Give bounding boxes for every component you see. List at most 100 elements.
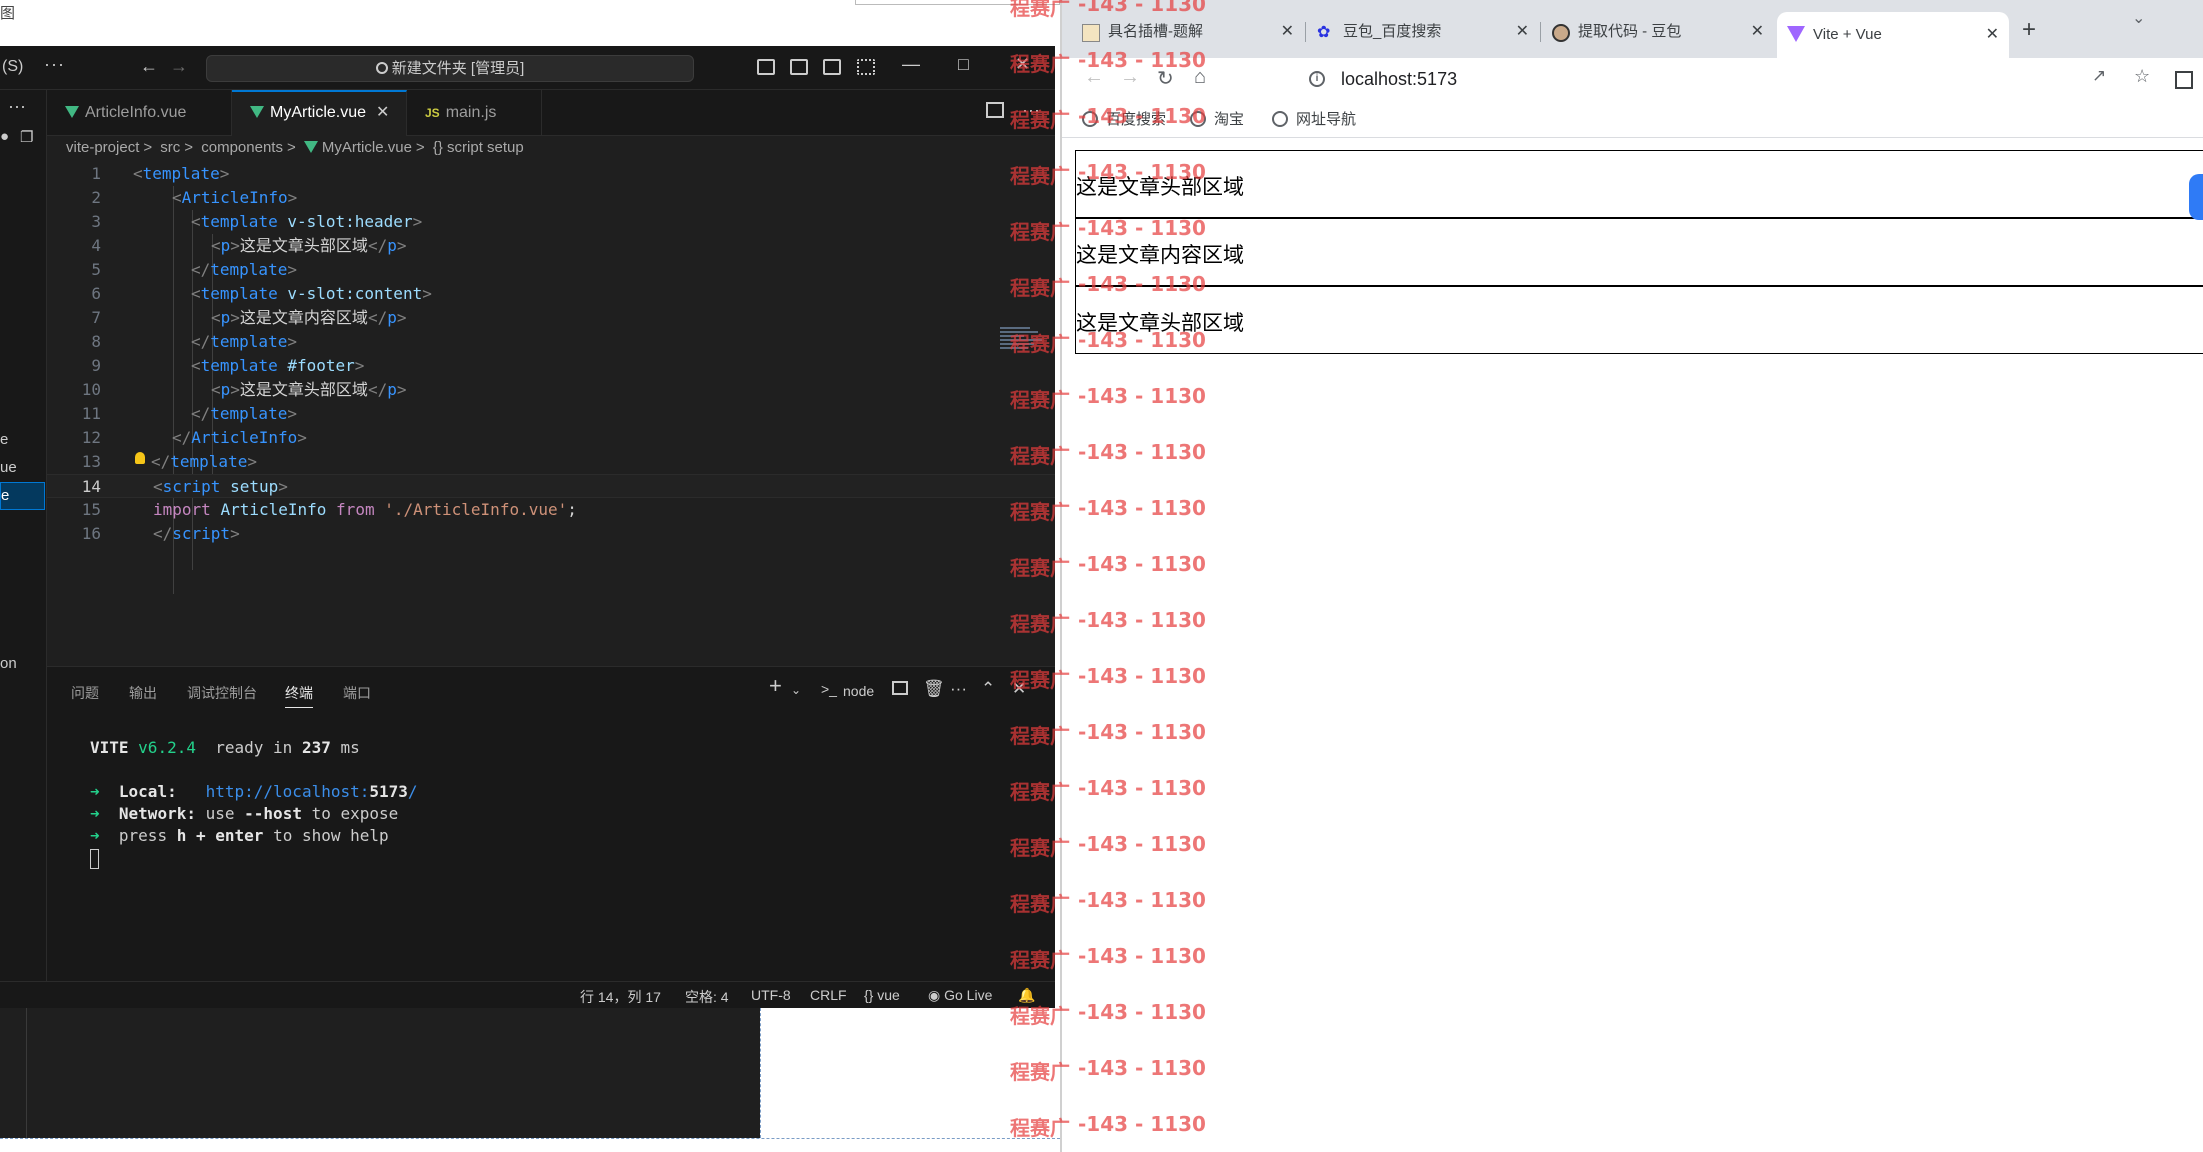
add-terminal-icon[interactable]: + bbox=[769, 673, 782, 699]
code-token: setup bbox=[230, 477, 279, 496]
status-eol[interactable]: CRLF bbox=[810, 987, 847, 1003]
tab-myarticle[interactable]: MyArticle.vue ✕ bbox=[232, 90, 407, 136]
lightbulb-icon[interactable] bbox=[135, 452, 145, 464]
close-icon[interactable]: ✕ bbox=[1281, 12, 1294, 52]
broadcast-icon: ◉ bbox=[928, 987, 941, 1003]
close-icon[interactable]: ✕ bbox=[1751, 12, 1764, 52]
status-go-live[interactable]: ◉ Go Live bbox=[928, 987, 992, 1004]
watermark-text: 程赛广 bbox=[1010, 724, 1070, 748]
more-menu-button[interactable]: ··· bbox=[44, 54, 65, 75]
explorer-selected-item[interactable]: e bbox=[0, 482, 45, 510]
toggle-panel-icon[interactable] bbox=[790, 59, 808, 75]
bookmark-item[interactable]: 网址导航 bbox=[1272, 108, 1356, 129]
browser-tab-active[interactable]: Vite + Vue ✕ bbox=[1777, 12, 2009, 58]
maximize-panel-icon[interactable]: ⌃ bbox=[981, 679, 995, 699]
new-tab-button[interactable]: + bbox=[2022, 16, 2036, 44]
breadcrumb: vite-project > src > components > MyArticle… bbox=[66, 139, 528, 156]
minimize-icon[interactable]: — bbox=[902, 54, 920, 75]
watermark-text: -143 - 1130 bbox=[1078, 496, 1206, 520]
tab-terminal[interactable]: 终端 bbox=[285, 683, 313, 708]
code-token: ArticleInfo bbox=[191, 428, 298, 447]
code-line: 11 </template> bbox=[47, 402, 1055, 426]
local-url-link[interactable]: http://localhost:5173/ bbox=[206, 782, 418, 801]
code-editor[interactable]: 1 <template> 2 <ArticleInfo> 3 <template v-… bbox=[47, 162, 1055, 662]
breadcrumb-item[interactable]: components bbox=[201, 139, 283, 156]
status-go-live-label: Go Live bbox=[944, 987, 993, 1003]
tab-problems[interactable]: 问题 bbox=[71, 683, 99, 703]
terminal-shell-label[interactable]: node bbox=[843, 683, 874, 699]
tab-ports[interactable]: 端口 bbox=[343, 683, 371, 703]
code-line: 6 <template v-slot:content> bbox=[47, 282, 1055, 306]
breadcrumb-separator: > bbox=[415, 139, 425, 156]
more-actions-icon[interactable]: ··· bbox=[950, 679, 967, 699]
status-cursor-position[interactable]: 行 14，列 17 bbox=[580, 987, 661, 1007]
browser-tab[interactable]: 提取代码 - 豆包 ✕ bbox=[1542, 12, 1774, 52]
more-actions-icon[interactable]: ··· bbox=[8, 96, 26, 117]
tab-label: main.js bbox=[445, 104, 497, 121]
explorer-item-fragment[interactable]: on bbox=[0, 655, 17, 672]
menu-fragment[interactable]: (S) bbox=[2, 58, 23, 76]
status-encoding[interactable]: UTF-8 bbox=[751, 987, 791, 1003]
maximize-icon[interactable]: □ bbox=[958, 54, 969, 75]
status-language-label: vue bbox=[877, 987, 900, 1003]
chevron-down-icon[interactable]: ⌄ bbox=[791, 683, 801, 697]
forward-arrow-icon[interactable]: → bbox=[170, 56, 188, 77]
side-panel-icon[interactable] bbox=[2175, 71, 2193, 89]
breadcrumb-item[interactable]: {} script setup bbox=[433, 139, 524, 156]
close-icon[interactable]: ✕ bbox=[1516, 12, 1529, 52]
toggle-sidebar-icon[interactable] bbox=[757, 59, 775, 75]
vite-icon bbox=[1787, 26, 1805, 42]
article-footer-slot: 这是文章头部区域 bbox=[1075, 286, 2203, 354]
tab-articleinfo[interactable]: ArticleInfo.vue bbox=[47, 90, 232, 136]
tab-mainjs[interactable]: JS main.js bbox=[407, 90, 542, 136]
browser-tab[interactable]: 具名插槽-题解 ✕ bbox=[1072, 12, 1306, 52]
watermark-text: 程赛广 bbox=[1010, 780, 1070, 804]
watermark-text: -143 - 1130 bbox=[1078, 160, 1206, 184]
terminal-line bbox=[90, 847, 418, 869]
tab-output[interactable]: 输出 bbox=[129, 683, 157, 703]
code-line: 2 <ArticleInfo> bbox=[47, 186, 1055, 210]
code-line: 7 <p>这是文章内容区域</p> bbox=[47, 306, 1055, 330]
split-editor-icon[interactable] bbox=[986, 102, 1004, 118]
explorer-item-fragment[interactable]: e bbox=[0, 431, 8, 448]
bookmark-star-icon[interactable]: ☆ bbox=[2134, 66, 2150, 87]
copy-icon[interactable]: ❐ bbox=[20, 128, 33, 146]
divider bbox=[26, 1008, 27, 1138]
tab-debug-console[interactable]: 调试控制台 bbox=[187, 683, 257, 703]
browser-tab[interactable]: ✿ 豆包_百度搜索 ✕ bbox=[1307, 12, 1541, 52]
floating-sidebar-button[interactable] bbox=[2189, 174, 2203, 220]
terminal-output[interactable]: VITE v6.2.4 ready in 237 ms ➜ Local: htt… bbox=[90, 737, 418, 869]
toggle-secondary-sidebar-icon[interactable] bbox=[823, 59, 841, 75]
code-token: p bbox=[220, 380, 231, 399]
status-language[interactable]: {} vue bbox=[864, 987, 900, 1003]
breadcrumb-item[interactable]: vite-project bbox=[66, 139, 139, 156]
code-token: template bbox=[200, 212, 278, 231]
site-info-icon[interactable]: i bbox=[1309, 71, 1325, 87]
trash-icon[interactable]: 🗑 bbox=[923, 679, 945, 699]
code-token: template bbox=[210, 404, 288, 423]
breadcrumb-item[interactable]: MyArticle.vue bbox=[322, 139, 412, 156]
breadcrumb-item[interactable]: src bbox=[160, 139, 180, 156]
address-bar[interactable]: i localhost:5173 bbox=[1238, 61, 2138, 97]
split-terminal-icon[interactable] bbox=[892, 681, 908, 695]
watermark-text: 程赛广 bbox=[1010, 612, 1070, 636]
watermark-text: 程赛广 bbox=[1010, 892, 1070, 916]
terminal-token: use bbox=[205, 804, 235, 823]
terminal-icon: >_ bbox=[821, 681, 837, 697]
customize-layout-icon[interactable] bbox=[857, 59, 875, 75]
breadcrumb-separator: > bbox=[286, 139, 296, 156]
terminal-token: ready in bbox=[215, 738, 293, 757]
tab-search-chevron-icon[interactable]: ⌄ bbox=[2132, 8, 2145, 28]
watermark-text: 程赛广 bbox=[1010, 0, 1070, 20]
status-indentation[interactable]: 空格: 4 bbox=[685, 987, 729, 1007]
close-icon[interactable]: ✕ bbox=[1986, 12, 1999, 58]
breadcrumb-separator: > bbox=[143, 139, 153, 156]
share-icon[interactable]: ↗ bbox=[2092, 66, 2106, 86]
collapse-icon[interactable]: ● bbox=[0, 128, 9, 145]
terminal-token: ms bbox=[340, 738, 360, 757]
explorer-item-fragment[interactable]: ue bbox=[0, 459, 17, 476]
background-dark-window bbox=[0, 1008, 760, 1138]
command-center-search[interactable]: 新建文件夹 [管理员] bbox=[206, 55, 694, 82]
back-arrow-icon[interactable]: ← bbox=[140, 56, 158, 77]
close-icon[interactable]: ✕ bbox=[376, 104, 389, 121]
